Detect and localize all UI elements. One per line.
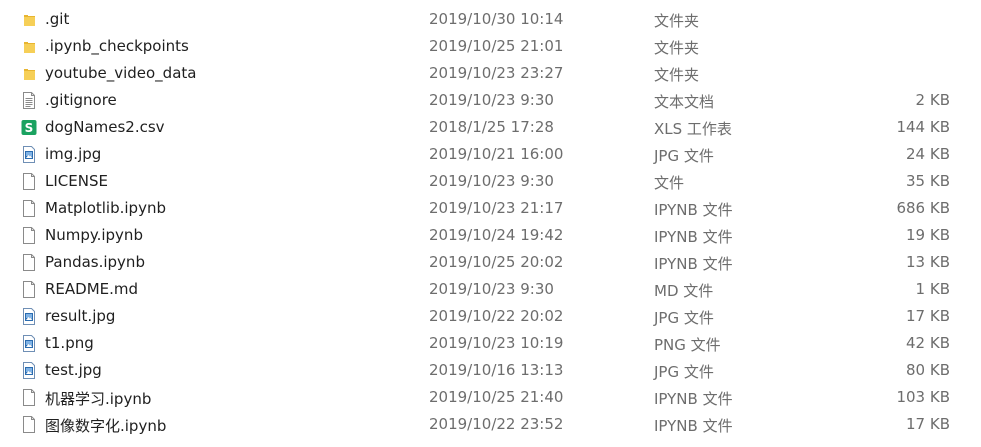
- file-modified-date: 2019/10/23 10:19: [429, 334, 564, 352]
- file-size: 144 KB: [896, 118, 950, 136]
- generic-file-icon: [21, 227, 37, 244]
- file-size: 686 KB: [896, 199, 950, 217]
- generic-file-icon: [21, 416, 37, 433]
- file-type: JPG 文件: [654, 309, 714, 327]
- file-row[interactable]: LICENSE 2019/10/23 9:30 文件 35 KB: [0, 168, 981, 195]
- file-type: MD 文件: [654, 282, 714, 300]
- file-modified-date: 2019/10/25 21:40: [429, 388, 564, 406]
- file-name: .ipynb_checkpoints: [45, 37, 189, 55]
- file-size: 13 KB: [906, 253, 950, 271]
- generic-file-icon: [21, 254, 37, 271]
- file-name: Pandas.ipynb: [45, 253, 145, 271]
- file-size: 2 KB: [915, 91, 950, 109]
- file-name: test.jpg: [45, 361, 102, 379]
- file-row[interactable]: 机器学习.ipynb 2019/10/25 21:40 IPYNB 文件 103 KB: [0, 384, 981, 411]
- file-row[interactable]: .git 2019/10/30 10:14 文件夹: [0, 6, 981, 33]
- file-name: 机器学习.ipynb: [45, 390, 152, 408]
- file-row[interactable]: result.jpg 2019/10/22 20:02 JPG 文件 17 KB: [0, 303, 981, 330]
- file-modified-date: 2019/10/30 10:14: [429, 10, 564, 28]
- file-type: IPYNB 文件: [654, 390, 733, 408]
- file-size: 103 KB: [896, 388, 950, 406]
- file-size: 1 KB: [915, 280, 950, 298]
- file-size: 35 KB: [906, 172, 950, 190]
- file-name: result.jpg: [45, 307, 116, 325]
- file-type: JPG 文件: [654, 147, 714, 165]
- file-type: IPYNB 文件: [654, 255, 733, 273]
- file-modified-date: 2019/10/25 21:01: [429, 37, 564, 55]
- file-modified-date: 2018/1/25 17:28: [429, 118, 554, 136]
- file-type: IPYNB 文件: [654, 228, 733, 246]
- text-file-icon: [21, 92, 37, 109]
- file-name: youtube_video_data: [45, 64, 197, 82]
- spreadsheet-icon: S: [21, 119, 37, 136]
- file-modified-date: 2019/10/22 23:52: [429, 415, 564, 433]
- file-row[interactable]: .ipynb_checkpoints 2019/10/25 21:01 文件夹: [0, 33, 981, 60]
- file-size: 19 KB: [906, 226, 950, 244]
- file-type: JPG 文件: [654, 363, 714, 381]
- image-file-icon: [21, 146, 37, 163]
- file-size: 80 KB: [906, 361, 950, 379]
- folder-icon: [21, 11, 37, 28]
- file-name: Matplotlib.ipynb: [45, 199, 166, 217]
- file-row[interactable]: Numpy.ipynb 2019/10/24 19:42 IPYNB 文件 19 KB: [0, 222, 981, 249]
- generic-file-icon: [21, 200, 37, 217]
- svg-text:S: S: [25, 121, 34, 135]
- file-size: 24 KB: [906, 145, 950, 163]
- file-modified-date: 2019/10/22 20:02: [429, 307, 564, 325]
- file-size: 17 KB: [906, 415, 950, 433]
- file-modified-date: 2019/10/23 9:30: [429, 172, 554, 190]
- file-row[interactable]: .gitignore 2019/10/23 9:30 文本文档 2 KB: [0, 87, 981, 114]
- file-type: 文本文档: [654, 93, 715, 111]
- file-name: Numpy.ipynb: [45, 226, 143, 244]
- file-size: 17 KB: [906, 307, 950, 325]
- file-name: dogNames2.csv: [45, 118, 165, 136]
- file-type: 文件夹: [654, 12, 700, 30]
- file-type: 文件夹: [654, 39, 700, 57]
- image-file-icon: [21, 335, 37, 352]
- file-name: t1.png: [45, 334, 94, 352]
- image-file-icon: [21, 362, 37, 379]
- file-row[interactable]: Matplotlib.ipynb 2019/10/23 21:17 IPYNB 文件…: [0, 195, 981, 222]
- file-type: 文件: [654, 174, 685, 192]
- image-file-icon: [21, 308, 37, 325]
- file-type: IPYNB 文件: [654, 201, 733, 219]
- file-name: .git: [45, 10, 70, 28]
- file-type: PNG 文件: [654, 336, 721, 354]
- file-row[interactable]: README.md 2019/10/23 9:30 MD 文件 1 KB: [0, 276, 981, 303]
- file-name: LICENSE: [45, 172, 108, 190]
- file-row[interactable]: img.jpg 2019/10/21 16:00 JPG 文件 24 KB: [0, 141, 981, 168]
- file-row[interactable]: Pandas.ipynb 2019/10/25 20:02 IPYNB 文件 13 K…: [0, 249, 981, 276]
- file-type: 文件夹: [654, 66, 700, 84]
- file-name: README.md: [45, 280, 139, 298]
- file-type: XLS 工作表: [654, 120, 732, 138]
- generic-file-icon: [21, 281, 37, 298]
- file-modified-date: 2019/10/24 19:42: [429, 226, 564, 244]
- file-name: .gitignore: [45, 91, 117, 109]
- file-name: img.jpg: [45, 145, 102, 163]
- file-modified-date: 2019/10/25 20:02: [429, 253, 564, 271]
- file-type: IPYNB 文件: [654, 417, 733, 435]
- file-row[interactable]: SdogNames2.csv 2018/1/25 17:28 XLS 工作表 144 …: [0, 114, 981, 141]
- generic-file-icon: [21, 173, 37, 190]
- file-row[interactable]: test.jpg 2019/10/16 13:13 JPG 文件 80 KB: [0, 357, 981, 384]
- file-list: .git 2019/10/30 10:14 文件夹 .ipynb_checkpoint…: [0, 0, 981, 447]
- file-size: 42 KB: [906, 334, 950, 352]
- folder-icon: [21, 38, 37, 55]
- file-modified-date: 2019/10/21 16:00: [429, 145, 564, 163]
- generic-file-icon: [21, 389, 37, 406]
- file-modified-date: 2019/10/23 9:30: [429, 91, 554, 109]
- file-modified-date: 2019/10/16 13:13: [429, 361, 564, 379]
- file-modified-date: 2019/10/23 21:17: [429, 199, 564, 217]
- file-row[interactable]: 图像数字化.ipynb 2019/10/22 23:52 IPYNB 文件 17 KB: [0, 411, 981, 438]
- file-row[interactable]: t1.png 2019/10/23 10:19 PNG 文件 42 KB: [0, 330, 981, 357]
- folder-icon: [21, 65, 37, 82]
- file-modified-date: 2019/10/23 9:30: [429, 280, 554, 298]
- file-name: 图像数字化.ipynb: [45, 417, 167, 435]
- file-row[interactable]: youtube_video_data 2019/10/23 23:27 文件夹: [0, 60, 981, 87]
- file-modified-date: 2019/10/23 23:27: [429, 64, 564, 82]
